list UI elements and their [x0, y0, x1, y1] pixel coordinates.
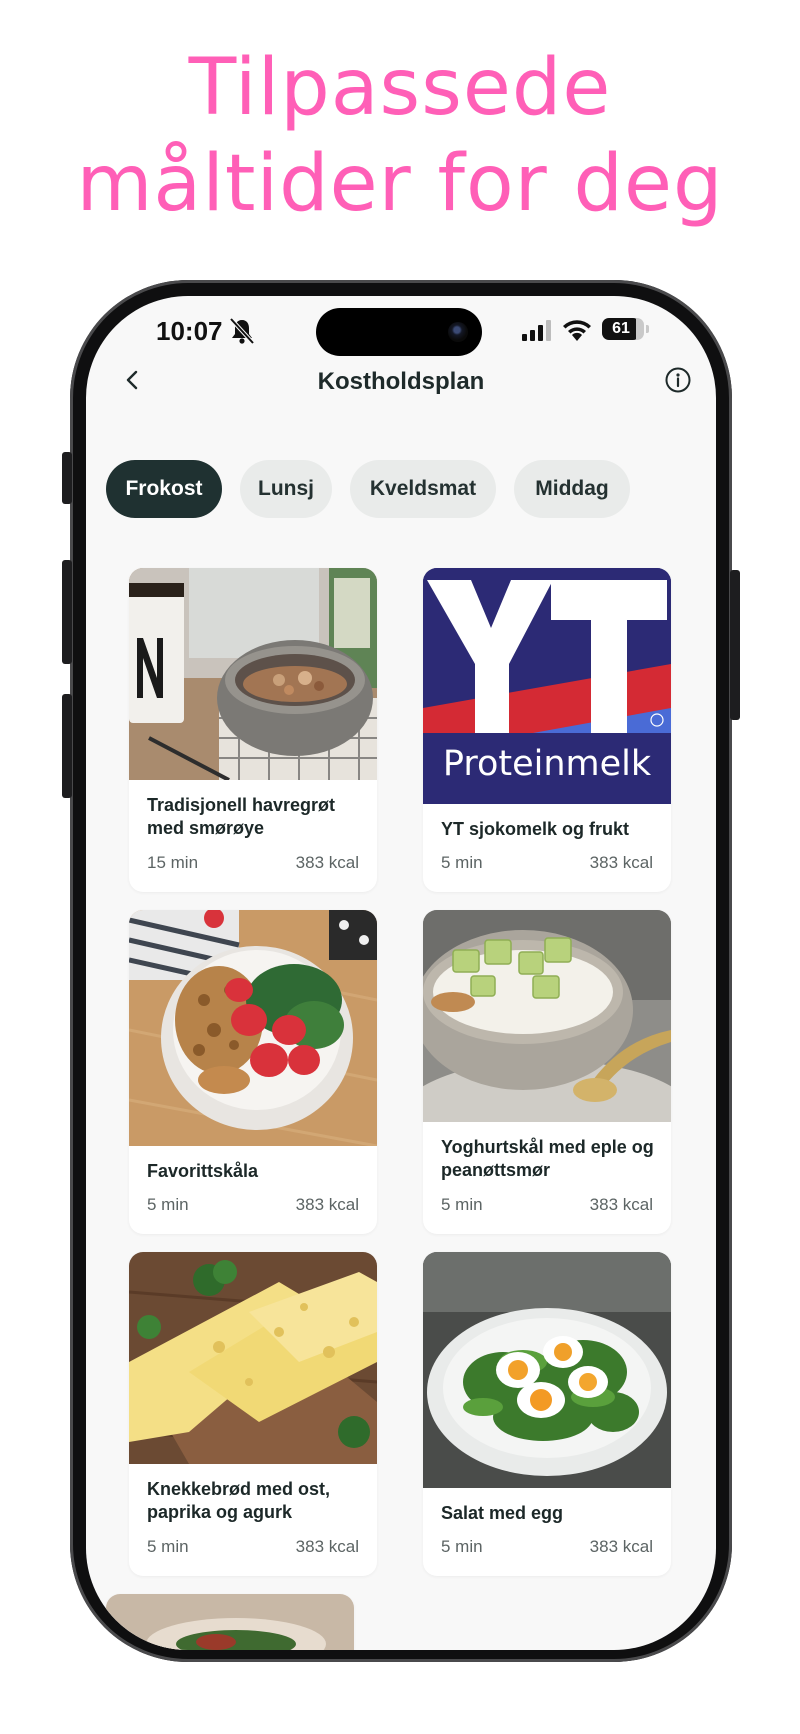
meal-image: [129, 910, 377, 1146]
meal-card-partial[interactable]: [106, 1594, 354, 1650]
meal-duration: 5 min: [441, 1537, 483, 1556]
meal-calories: 383 kcal: [589, 1537, 653, 1556]
battery-cap: [646, 325, 649, 333]
battery-empty: [636, 318, 644, 340]
meal-card[interactable]: Salat med egg 5 min 383 kcal: [423, 1252, 671, 1576]
meal-title: Salat med egg: [441, 1503, 564, 1523]
meal-calories: 383 kcal: [295, 1537, 359, 1556]
tab-label: Frokost: [125, 477, 203, 500]
meal-image: [129, 1252, 377, 1464]
headline-line-2: måltider for deg: [76, 139, 724, 229]
action-button: [62, 452, 72, 504]
bell-muted-icon: [229, 317, 255, 345]
tab-label: Middag: [535, 477, 609, 500]
meal-image: [423, 910, 671, 1122]
battery-icon: 61: [602, 318, 676, 344]
tab-frokost[interactable]: Frokost: [106, 460, 222, 518]
meal-card[interactable]: Favorittskåla 5 min 383 kcal: [129, 910, 377, 1234]
tab-label: Lunsj: [258, 477, 314, 500]
meal-title: Tradisjonell havregrøt med smørøye: [147, 795, 336, 838]
meal-calories: 383 kcal: [295, 853, 359, 872]
meal-image: [423, 1252, 671, 1488]
phone-screen: 10:07 61 Kostholdsplan Frokost Lunsj Kve…: [86, 296, 716, 1650]
meal-card[interactable]: Yoghurtskål med eple og peanøttsmør 5 mi…: [423, 910, 671, 1234]
meal-meta: 15 min 383 kcal: [147, 853, 359, 873]
tab-kveldsmat[interactable]: Kveldsmat: [350, 460, 496, 518]
meal-title: Knekkebrød med ost, paprika og agurk: [147, 1479, 331, 1522]
dynamic-island: [316, 308, 482, 356]
meal-duration: 15 min: [147, 853, 199, 872]
meal-card[interactable]: Proteinmelk YT sjokomelk og frukt 5 min …: [423, 568, 671, 892]
meal-image: [106, 1594, 354, 1650]
volume-up-button: [62, 560, 72, 664]
status-time: 10:07: [156, 316, 223, 346]
volume-down-button: [62, 694, 72, 798]
meal-meta: 5 min 383 kcal: [441, 853, 653, 873]
tab-lunsj[interactable]: Lunsj: [240, 460, 332, 518]
meal-meta: 5 min 383 kcal: [441, 1537, 653, 1557]
meal-image: Proteinmelk: [423, 568, 671, 804]
meal-card[interactable]: Tradisjonell havregrøt med smørøye 15 mi…: [129, 568, 377, 892]
battery-level: 61: [612, 320, 630, 337]
brand-logo-text: Proteinmelk: [442, 744, 652, 784]
tab-middag[interactable]: Middag: [514, 460, 630, 518]
front-camera: [448, 322, 468, 342]
wifi-icon: [563, 320, 591, 341]
meal-duration: 5 min: [147, 1537, 189, 1556]
meal-duration: 5 min: [441, 853, 483, 872]
meal-calories: 383 kcal: [589, 1195, 653, 1214]
meal-title: Favorittskåla: [147, 1161, 259, 1181]
battery-body: 61: [602, 318, 640, 340]
meal-duration: 5 min: [441, 1195, 483, 1214]
marketing-headline: Tilpassede måltider for deg: [0, 40, 800, 232]
power-button: [730, 570, 740, 720]
meal-calories: 383 kcal: [295, 1195, 359, 1214]
meal-title: Yoghurtskål med eple og peanøttsmør: [441, 1137, 654, 1180]
meal-duration: 5 min: [147, 1195, 189, 1214]
meal-image: [129, 568, 377, 780]
page-title: Kostholdsplan: [317, 368, 485, 395]
meal-card[interactable]: Knekkebrød med ost, paprika og agurk 5 m…: [129, 1252, 377, 1576]
meal-meta: 5 min 383 kcal: [441, 1195, 653, 1215]
meal-meta: 5 min 383 kcal: [147, 1195, 359, 1215]
meal-calories: 383 kcal: [589, 853, 653, 872]
tab-label: Kveldsmat: [369, 477, 477, 500]
headline-line-1: Tilpassede: [188, 43, 612, 133]
info-icon[interactable]: [656, 358, 700, 402]
meal-title: YT sjokomelk og frukt: [441, 819, 630, 839]
signal-icon: [522, 320, 551, 341]
meal-meta: 5 min 383 kcal: [147, 1537, 359, 1557]
